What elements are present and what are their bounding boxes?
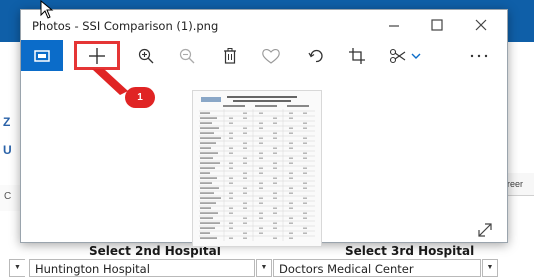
photos-window: Photos - SSI Comparison (1).png 1 <box>20 9 508 247</box>
chevron-down-icon[interactable]: ▼ <box>9 259 25 277</box>
crop-button[interactable] <box>339 40 375 71</box>
title-bar[interactable]: Photos - SSI Comparison (1).png <box>21 10 507 40</box>
zoom-out-icon <box>179 48 195 63</box>
highlight-box <box>74 41 120 70</box>
edit-create-button[interactable] <box>383 40 427 71</box>
rotate-icon <box>308 49 323 62</box>
delete-icon <box>224 47 236 64</box>
left-tab-label: C <box>4 191 12 202</box>
image-preview <box>192 90 322 247</box>
left-edge-text: Z <box>3 115 11 129</box>
heart-icon <box>262 48 280 64</box>
more-button[interactable] <box>461 40 497 71</box>
minimize-button[interactable] <box>379 14 409 36</box>
minimize-icon <box>389 25 399 27</box>
select-3rd-hospital-label: Select 3rd Hospital <box>345 244 475 258</box>
zoom-in-icon <box>138 48 154 63</box>
step-badge: 1 <box>125 87 155 108</box>
chevron-down-icon[interactable]: ▼ <box>482 259 498 277</box>
thumbnail-rows <box>199 109 315 241</box>
zoom-out-button[interactable] <box>169 40 205 71</box>
delete-button[interactable] <box>212 40 248 71</box>
more-icon <box>470 54 488 57</box>
left-edge-text: U <box>3 143 12 157</box>
chevron-down-icon[interactable]: ▼ <box>256 259 272 277</box>
maximize-button[interactable] <box>422 14 452 36</box>
select-2nd-hospital[interactable]: Huntington Hospital <box>29 259 255 277</box>
select-3rd-hospital[interactable]: Doctors Medical Center <box>273 259 481 277</box>
edit-icon <box>389 48 406 63</box>
favorite-button[interactable] <box>253 40 289 71</box>
slideshow-icon <box>34 49 50 62</box>
close-icon <box>475 19 487 31</box>
crop-icon <box>349 47 365 64</box>
expand-icon[interactable] <box>476 221 494 239</box>
zoom-in-button[interactable] <box>128 40 164 71</box>
document-thumbnail <box>199 96 315 241</box>
close-button[interactable] <box>466 14 496 36</box>
rotate-button[interactable] <box>298 40 334 71</box>
window-title: Photos - SSI Comparison (1).png <box>32 19 219 33</box>
slideshow-button[interactable] <box>21 40 63 71</box>
mouse-cursor-icon <box>40 0 54 19</box>
callout-pointer <box>92 69 128 95</box>
chevron-down-icon <box>411 53 421 59</box>
maximize-icon <box>431 19 443 31</box>
